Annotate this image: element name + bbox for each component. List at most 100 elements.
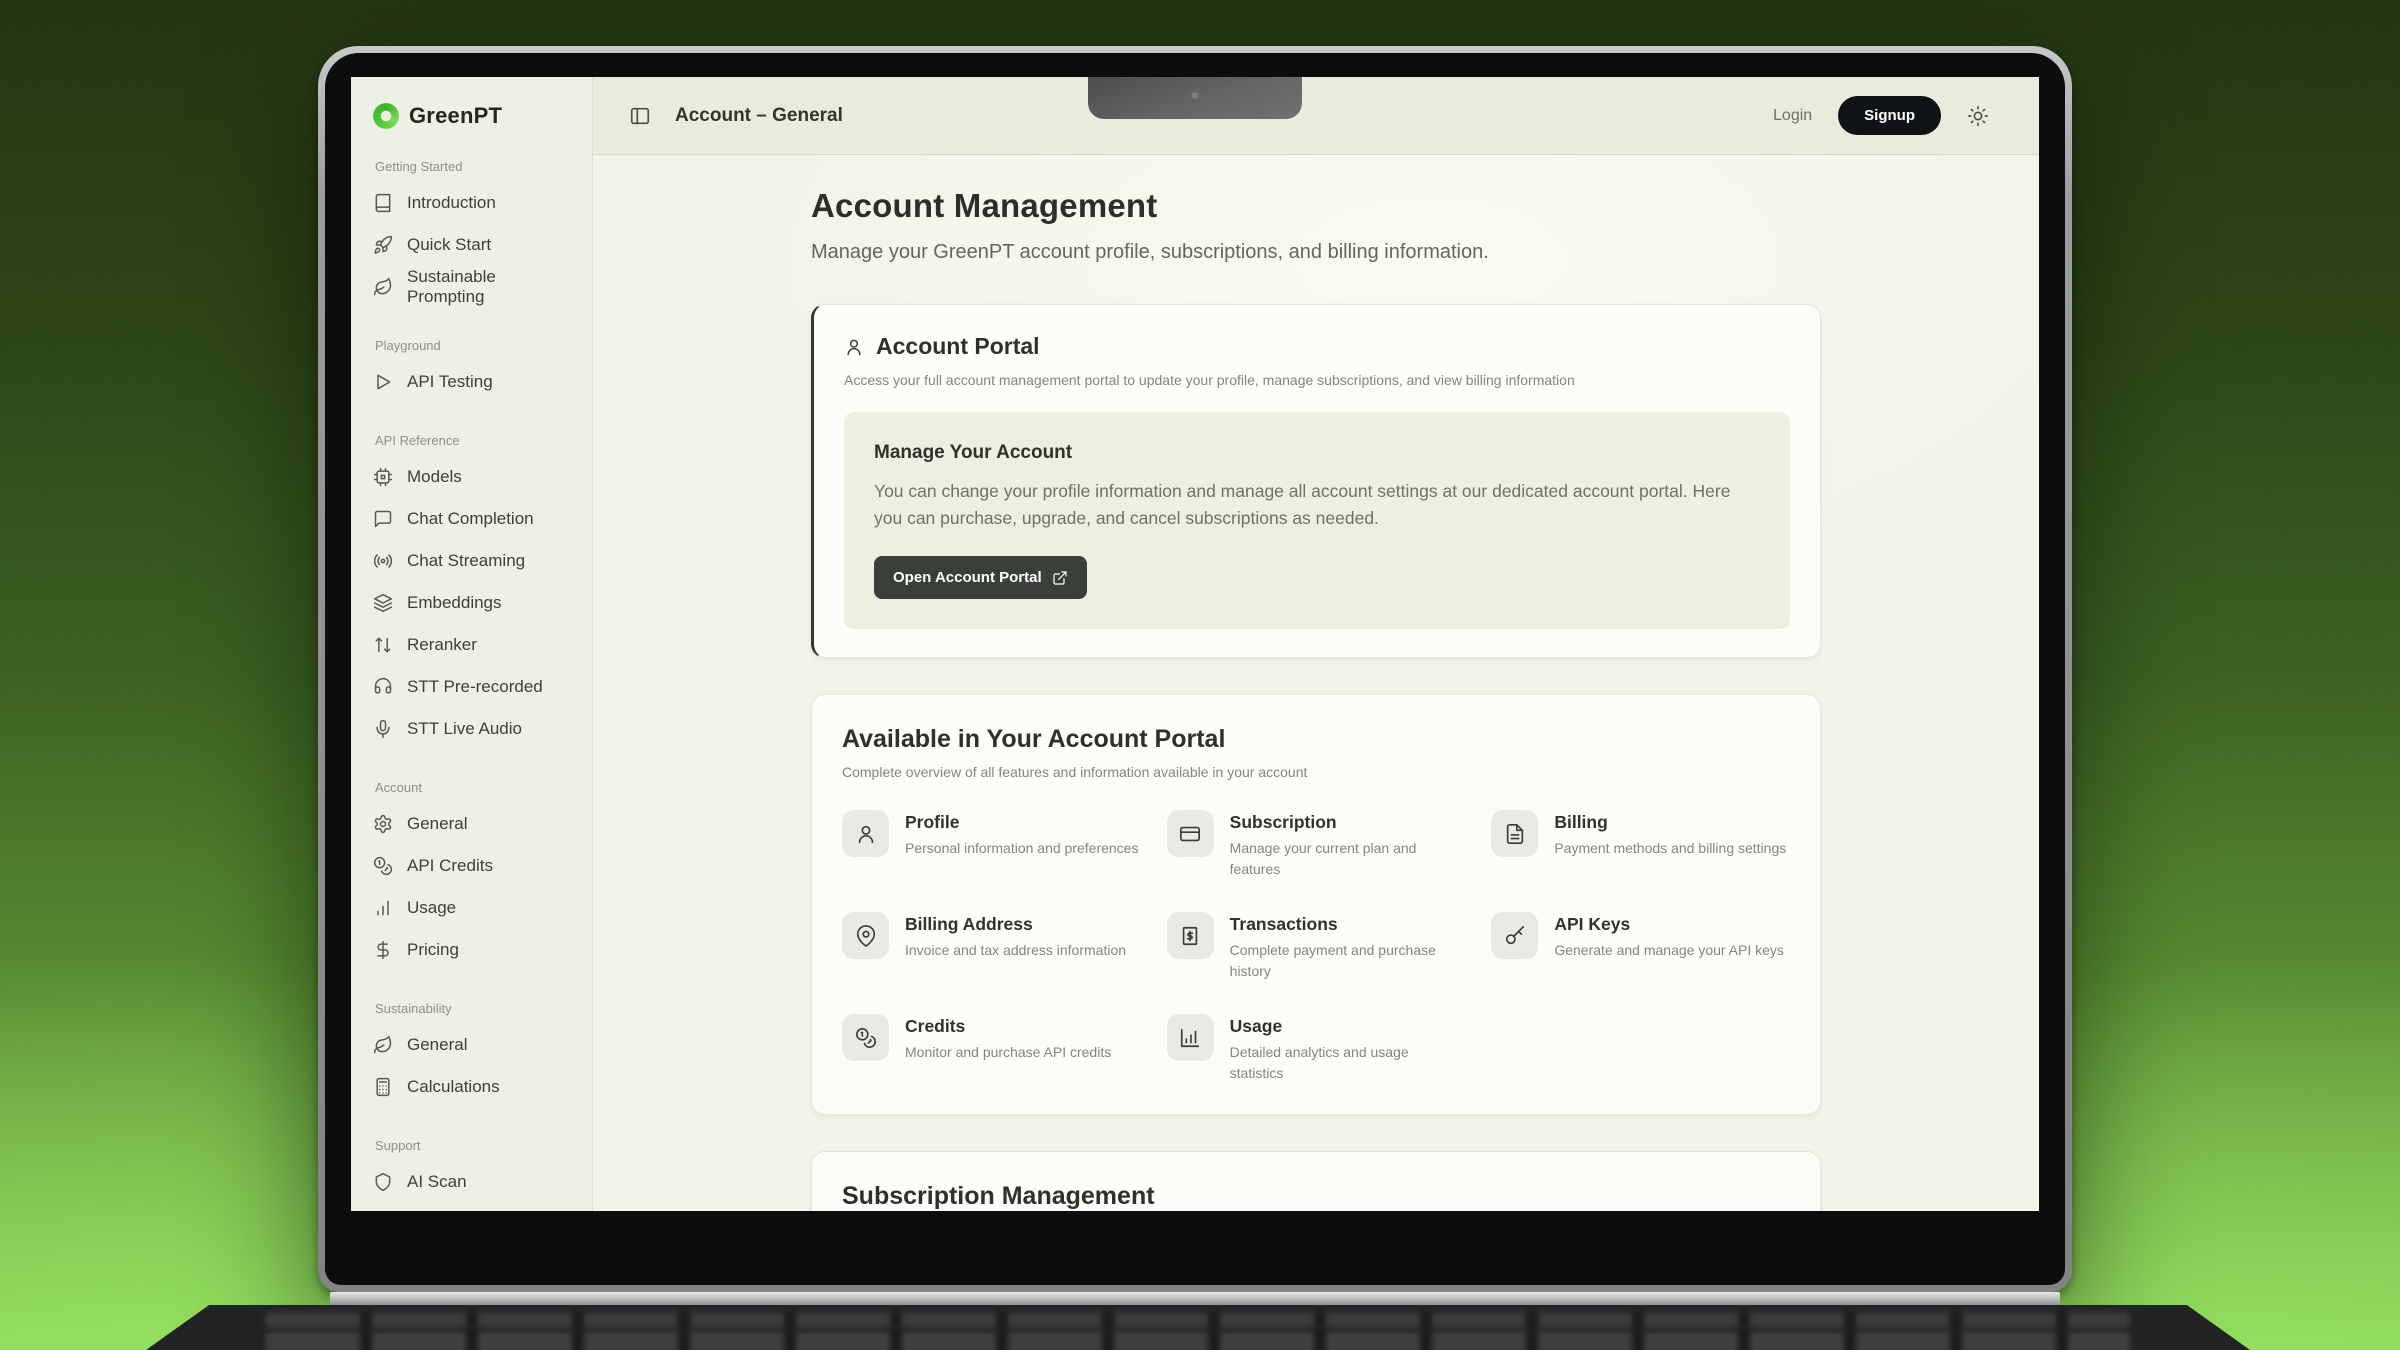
features-card-title: Available in Your Account Portal (842, 725, 1790, 754)
sidebar-toggle-button[interactable] (629, 103, 655, 129)
book-icon (373, 193, 393, 213)
sidebar-item-api-reference-models[interactable]: Models (373, 456, 578, 498)
file-text-icon (1491, 810, 1538, 857)
sidebar-section-label: Getting Started (375, 159, 578, 174)
feature-api-keys: API Keys Generate and manage your API ke… (1491, 912, 1790, 982)
sidebar-item-api-reference-chat-streaming[interactable]: Chat Streaming (373, 540, 578, 582)
main-content: Account Management Manage your GreenPT a… (593, 155, 2039, 1211)
sidebar-item-getting-started-introduction[interactable]: Introduction (373, 182, 578, 224)
subscription-management-card: Subscription Management (811, 1151, 1821, 1211)
brand-name: GreenPT (409, 103, 502, 129)
feature-usage: Usage Detailed analytics and usage stati… (1167, 1014, 1466, 1084)
feature-billing: Billing Payment methods and billing sett… (1491, 810, 1790, 880)
mic-icon (373, 719, 393, 739)
sidebar-item-playground-api-testing[interactable]: API Testing (373, 361, 578, 403)
greenpt-logo-icon (373, 103, 399, 129)
calculator-icon (373, 1077, 393, 1097)
subscription-management-title: Subscription Management (842, 1182, 1790, 1211)
leaf-icon (373, 1035, 393, 1055)
signup-button[interactable]: Signup (1838, 96, 1941, 135)
feature-title: Subscription (1230, 812, 1466, 833)
brand-logo[interactable]: GreenPT (373, 103, 578, 129)
keyboard-keys-row (266, 1332, 2130, 1350)
laptop-hinge (330, 1292, 2060, 1305)
sidebar-section-label: Support (375, 1138, 578, 1153)
open-account-portal-button[interactable]: Open Account Portal (874, 556, 1087, 599)
sidebar-section: Getting Started Introduction Quick Start… (373, 159, 578, 308)
arrow-up-down-icon (373, 635, 393, 655)
feature-title: Profile (905, 812, 1138, 833)
feature-description: Complete payment and purchase history (1230, 940, 1466, 982)
feature-description: Personal information and preferences (905, 838, 1138, 859)
sun-icon (1967, 105, 1993, 127)
sidebar-item-sustainability-calculations[interactable]: Calculations (373, 1066, 578, 1108)
layers-icon (373, 593, 393, 613)
manage-account-body: You can change your profile information … (874, 478, 1760, 532)
feature-subscription: Subscription Manage your current plan an… (1167, 810, 1466, 880)
page-title: Account Management (811, 187, 1821, 225)
rocket-icon (373, 235, 393, 255)
feature-title: Credits (905, 1016, 1111, 1037)
feature-description: Invoice and tax address information (905, 940, 1126, 961)
laptop-bezel: GreenPT Getting Started Introduction Qui… (325, 53, 2065, 1285)
feature-description: Generate and manage your API keys (1554, 940, 1784, 961)
laptop-mockup: GreenPT Getting Started Introduction Qui… (0, 0, 2400, 1350)
theme-toggle-button[interactable] (1967, 103, 1993, 129)
shield-icon (373, 1172, 393, 1192)
features-card-subtitle: Complete overview of all features and in… (842, 764, 1790, 780)
feature-title: Billing Address (905, 914, 1126, 935)
feature-description: Manage your current plan and features (1230, 838, 1466, 880)
account-portal-title: Account Portal (876, 333, 1040, 360)
sidebar-section-label: Playground (375, 338, 578, 353)
sidebar-section: Support AI Scan (373, 1138, 578, 1203)
message-square-icon (373, 509, 393, 529)
sidebar-item-sustainability-general[interactable]: General (373, 1024, 578, 1066)
login-button[interactable]: Login (1773, 107, 1812, 125)
sidebar-section-label: Account (375, 780, 578, 795)
feature-title: Transactions (1230, 914, 1466, 935)
page-subtitle: Manage your GreenPT account profile, sub… (811, 241, 1821, 264)
cpu-icon (373, 467, 393, 487)
sidebar-item-api-reference-stt-pre-recorded[interactable]: STT Pre-recorded (373, 666, 578, 708)
credit-card-icon (1167, 810, 1214, 857)
sidebar-item-api-reference-reranker[interactable]: Reranker (373, 624, 578, 666)
radio-icon (373, 551, 393, 571)
sidebar-item-account-usage[interactable]: Usage (373, 887, 578, 929)
laptop-screen-frame: GreenPT Getting Started Introduction Qui… (318, 46, 2072, 1292)
feature-description: Detailed analytics and usage statistics (1230, 1042, 1466, 1084)
sidebar-item-api-reference-stt-live-audio[interactable]: STT Live Audio (373, 708, 578, 750)
feature-transactions: Transactions Complete payment and purcha… (1167, 912, 1466, 982)
panel-left-icon (629, 105, 655, 127)
sidebar-section-label: API Reference (375, 433, 578, 448)
leaf-icon (373, 277, 393, 297)
account-portal-card: Account Portal Access your full account … (811, 304, 1821, 658)
feature-title: Usage (1230, 1016, 1466, 1037)
sidebar-item-getting-started-quick-start[interactable]: Quick Start (373, 224, 578, 266)
dollar-sign-icon (373, 940, 393, 960)
coins-icon (842, 1014, 889, 1061)
sidebar-item-api-reference-chat-completion[interactable]: Chat Completion (373, 498, 578, 540)
feature-title: API Keys (1554, 914, 1784, 935)
topbar: Account – General Login Signup (593, 77, 2039, 155)
feature-billing-address: Billing Address Invoice and tax address … (842, 912, 1141, 982)
sidebar-item-account-api-credits[interactable]: API Credits (373, 845, 578, 887)
sidebar-item-account-pricing[interactable]: Pricing (373, 929, 578, 971)
sidebar-nav: Getting Started Introduction Quick Start… (373, 159, 578, 1203)
key-icon (1491, 912, 1538, 959)
sidebar-item-api-reference-embeddings[interactable]: Embeddings (373, 582, 578, 624)
app-window: GreenPT Getting Started Introduction Qui… (351, 77, 2039, 1211)
manage-account-title: Manage Your Account (874, 442, 1760, 464)
map-pin-icon (842, 912, 889, 959)
sidebar-item-support-ai-scan[interactable]: AI Scan (373, 1161, 578, 1203)
sidebar-section: Sustainability General Calculations (373, 1001, 578, 1108)
bar-chart-icon (373, 898, 393, 918)
manage-account-panel: Manage Your Account You can change your … (844, 412, 1790, 629)
portal-features-card: Available in Your Account Portal Complet… (811, 694, 1821, 1115)
camera-dot (1189, 89, 1202, 102)
feature-description: Monitor and purchase API credits (905, 1042, 1111, 1063)
sidebar-item-account-general[interactable]: General (373, 803, 578, 845)
green-gradient-background: GreenPT Getting Started Introduction Qui… (0, 0, 2400, 1350)
sidebar-item-getting-started-sustainable-prompting[interactable]: Sustainable Prompting (373, 266, 578, 308)
external-link-icon (1052, 570, 1068, 586)
play-icon (373, 372, 393, 392)
